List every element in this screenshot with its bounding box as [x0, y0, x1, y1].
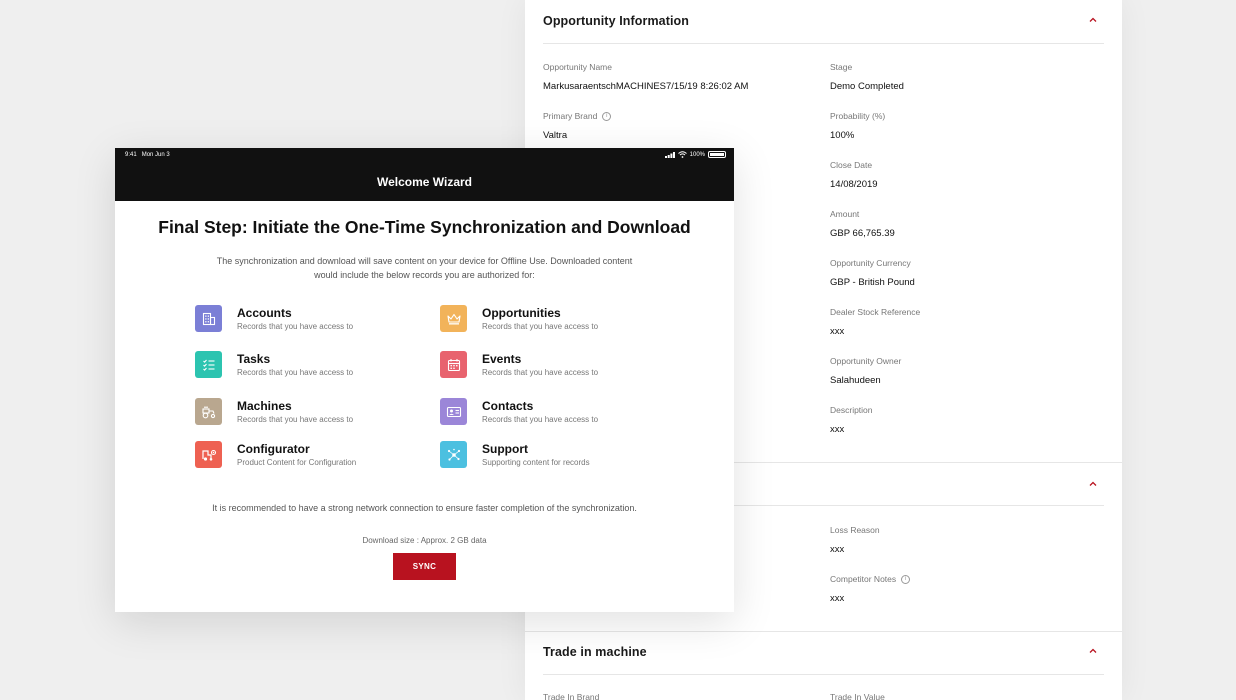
field-description: Description xxx [830, 405, 1090, 435]
field-probability: Probability (%) 100% [830, 111, 1090, 141]
field-value: GBP 66,765.39 [830, 228, 895, 239]
field-value: xxx [830, 593, 845, 604]
status-date: Mon Jun 3 [141, 152, 170, 158]
field-value: xxx [830, 424, 845, 435]
info-icon[interactable]: i [602, 111, 612, 121]
field-label: Opportunity Owner [830, 356, 902, 366]
battery-percent: 100% [689, 151, 705, 158]
configurator-icon [195, 441, 222, 468]
field-competitor-notes: Competitor Notes i xxx [830, 574, 1090, 604]
record-type-subtitle: Records that you have access to [482, 322, 599, 331]
record-type-machines: Machines Records that you have access to [195, 398, 415, 428]
section-header-opportunity-information[interactable]: Opportunity Information [543, 0, 1104, 44]
field-trade-in-brand: Trade In Brand [543, 692, 803, 700]
wizard-title: Welcome Wizard [376, 175, 473, 189]
record-type-subtitle: Records that you have access to [237, 322, 354, 331]
field-loss-reason: Loss Reason xxx [830, 525, 1090, 555]
field-value: MarkusaraentschMACHINES7/15/19 8:26:02 A… [543, 81, 749, 92]
field-value: Salahudeen [830, 375, 881, 386]
calendar-icon [440, 351, 467, 378]
record-type-title: Events [482, 352, 522, 366]
field-close-date: Close Date 14/08/2019 [830, 160, 1090, 190]
field-trade-in-value: Trade In Value [830, 692, 1090, 700]
record-type-title: Contacts [482, 399, 534, 413]
chevron-up-icon[interactable] [1086, 477, 1100, 491]
building-icon [195, 305, 222, 332]
field-label: Opportunity Currency [830, 258, 911, 268]
field-label: Probability (%) [830, 111, 886, 121]
field-value: GBP - British Pound [830, 277, 915, 288]
record-type-configurator: Configurator Product Content for Configu… [195, 441, 415, 471]
record-type-title: Opportunities [482, 306, 561, 320]
field-label: Competitor Notes [830, 574, 897, 584]
field-label: Opportunity Name [543, 62, 612, 72]
field-primary-brand: Primary Brand i Valtra [543, 111, 803, 141]
field-value: xxx [830, 326, 845, 337]
record-type-title: Configurator [237, 442, 310, 456]
field-label: Stage [830, 62, 853, 72]
record-type-support: Support Supporting content for records [440, 441, 660, 471]
crown-icon [440, 305, 467, 332]
status-time: 9:41 [125, 152, 137, 158]
field-value: xxx [830, 544, 845, 555]
field-value: Valtra [543, 130, 568, 141]
wizard-header-bar: 9:41 Mon Jun 3 100% Welcome Wizard [115, 148, 734, 201]
status-bar-indicators: 100% [664, 151, 726, 158]
field-opportunity-name: Opportunity Name MarkusaraentschMACHINES… [543, 62, 803, 92]
record-type-subtitle: Supporting content for records [482, 458, 590, 467]
checklist-icon [195, 351, 222, 378]
field-value: 14/08/2019 [830, 179, 878, 190]
field-label: Primary Brand [543, 111, 598, 121]
record-type-subtitle: Records that you have access to [237, 368, 354, 377]
tractor-icon [195, 398, 222, 425]
sync-button[interactable]: SYNC [393, 553, 456, 580]
section-title: Trade in machine [543, 645, 647, 659]
field-stage: Stage Demo Completed [830, 62, 1090, 92]
section-title: Opportunity Information [543, 14, 690, 28]
network-icon [440, 441, 467, 468]
step-description: The synchronization and download will sa… [216, 256, 633, 280]
network-recommendation-note: It is recommended to have a strong netwo… [212, 503, 637, 513]
field-label: Amount [830, 209, 860, 219]
record-type-accounts: Accounts Records that you have access to [195, 305, 415, 335]
field-opportunity-currency: Opportunity Currency GBP - British Pound [830, 258, 1090, 288]
field-amount: Amount GBP 66,765.39 [830, 209, 1090, 239]
record-type-events: Events Records that you have access to [440, 351, 660, 381]
chevron-up-icon[interactable] [1086, 13, 1100, 27]
info-icon[interactable]: i [901, 574, 911, 584]
status-bar-time: 9:41 Mon Jun 3 [125, 152, 170, 158]
field-value: 100% [830, 130, 855, 141]
step-title: Final Step: Initiate the One-Time Synchr… [158, 217, 691, 237]
welcome-wizard-screen: 9:41 Mon Jun 3 100% Welcome Wizard Final… [115, 148, 734, 612]
record-type-contacts: Contacts Records that you have access to [440, 398, 660, 428]
field-dealer-stock-reference: Dealer Stock Reference xxx [830, 307, 1090, 337]
field-label: Description [830, 405, 873, 415]
record-type-title: Support [482, 442, 528, 456]
record-type-title: Machines [237, 399, 292, 413]
record-type-title: Accounts [237, 306, 292, 320]
battery-icon [708, 151, 726, 158]
contact-card-icon [440, 398, 467, 425]
field-label: Loss Reason [830, 525, 880, 535]
field-label: Trade In Brand [543, 692, 600, 700]
record-type-subtitle: Records that you have access to [482, 368, 599, 377]
download-size-label: Download size : Approx. 2 GB data [362, 536, 487, 545]
field-label: Dealer Stock Reference [830, 307, 921, 317]
record-type-tasks: Tasks Records that you have access to [195, 351, 415, 381]
record-type-title: Tasks [237, 352, 271, 366]
signal-icon [664, 151, 675, 158]
record-type-subtitle: Records that you have access to [482, 415, 599, 424]
field-opportunity-owner: Opportunity Owner Salahudeen [830, 356, 1090, 386]
record-type-subtitle: Records that you have access to [237, 415, 354, 424]
field-value: Demo Completed [830, 81, 904, 92]
field-label: Close Date [830, 160, 873, 170]
wifi-icon [677, 151, 687, 158]
section-header-trade-in-machine[interactable]: Trade in machine [543, 631, 1104, 675]
chevron-up-icon[interactable] [1086, 644, 1100, 658]
record-type-opportunities: Opportunities Records that you have acce… [440, 305, 660, 335]
field-label: Trade In Value [830, 692, 885, 700]
record-type-subtitle: Product Content for Configuration [237, 458, 357, 467]
